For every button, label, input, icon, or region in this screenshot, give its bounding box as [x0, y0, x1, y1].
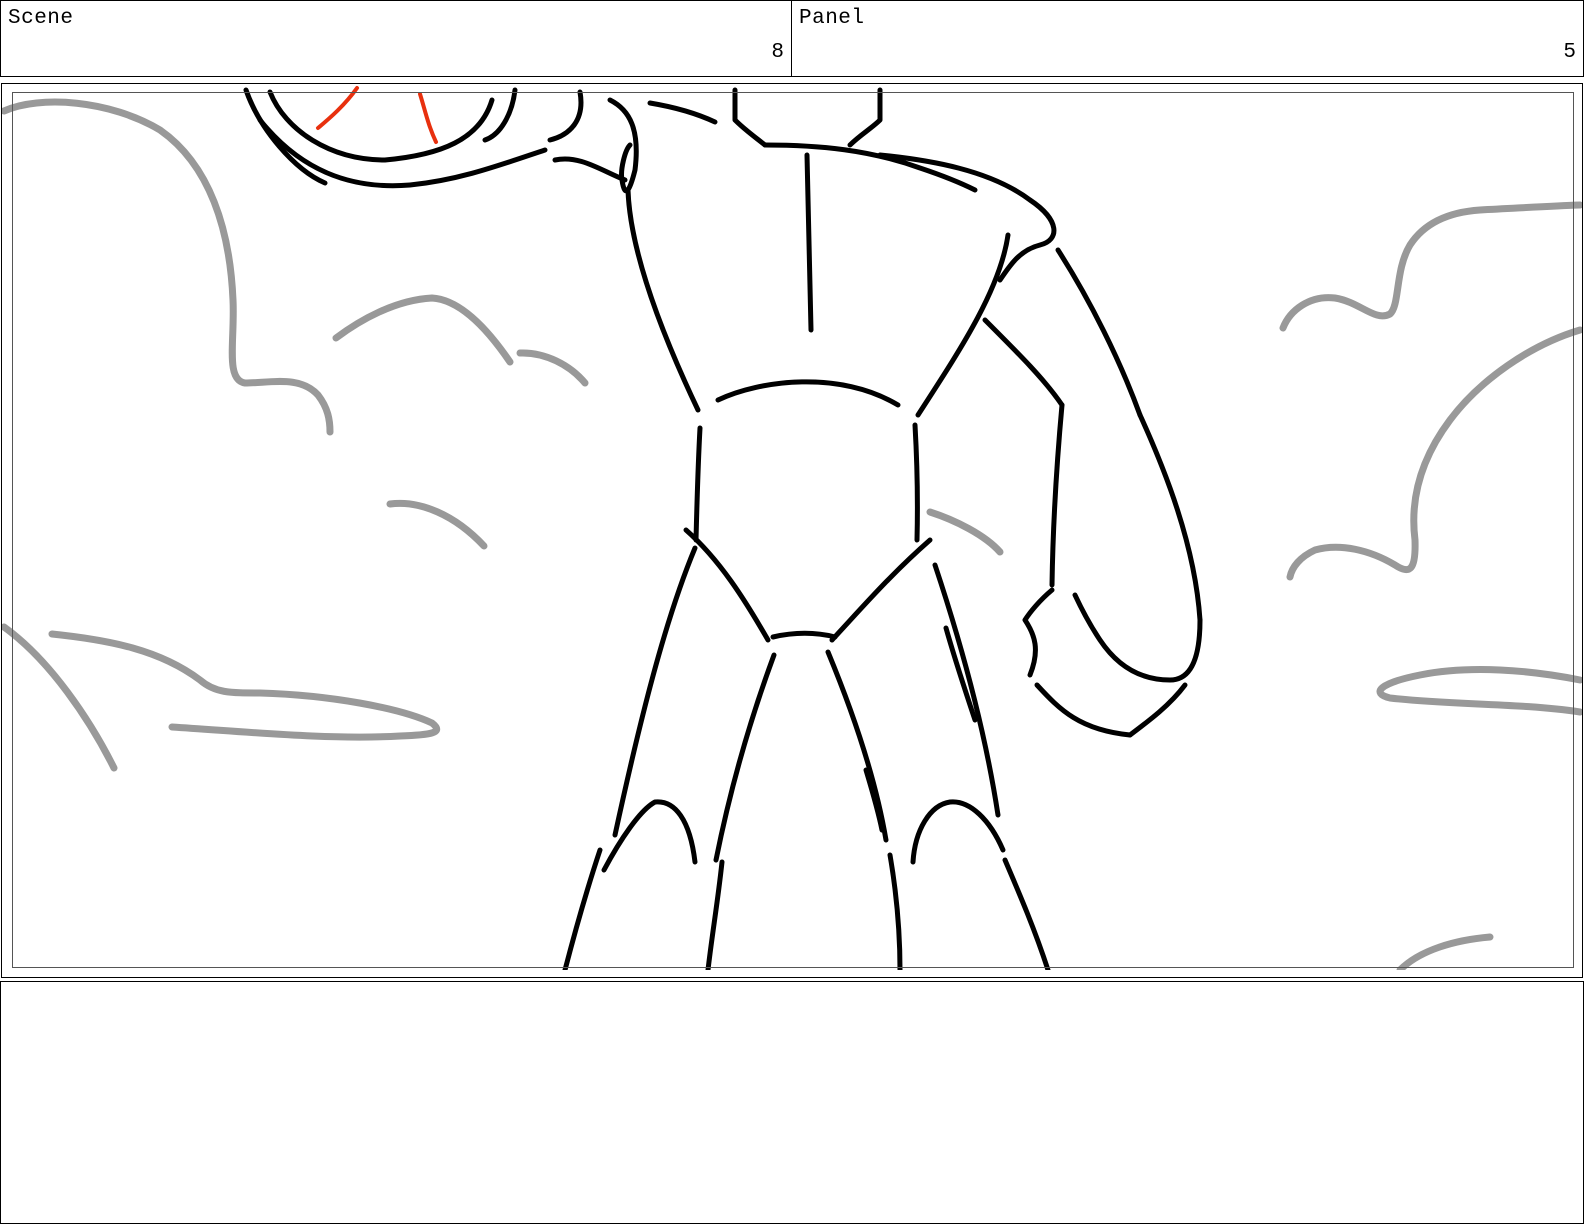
- notes-box[interactable]: [0, 981, 1584, 1224]
- accent-line-icon: [316, 86, 438, 144]
- panel-drawing: [2, 86, 1582, 970]
- cloud-sketch-icon: [2, 98, 1582, 970]
- robot-back-view-sketch-icon: [243, 87, 1203, 970]
